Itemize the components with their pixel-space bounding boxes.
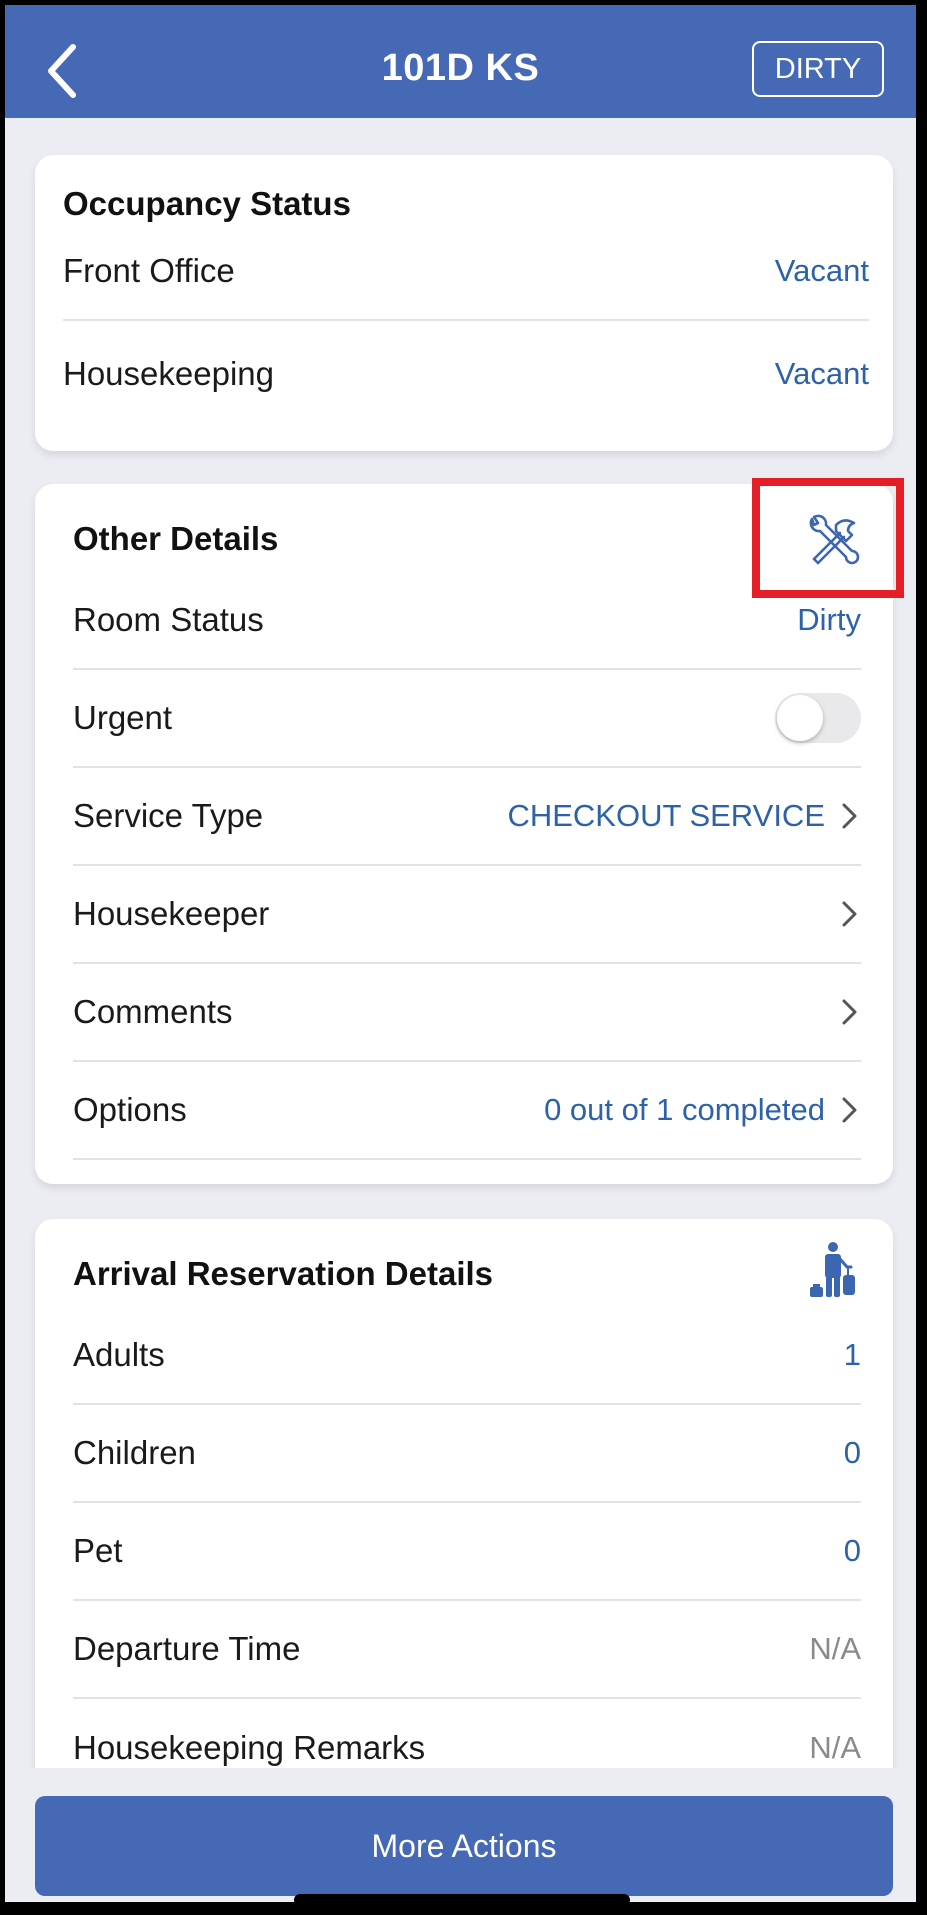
options-value: 0 out of 1 completed bbox=[544, 1092, 825, 1127]
urgent-row: Urgent bbox=[73, 670, 861, 768]
options-label: Options bbox=[73, 1091, 187, 1128]
housekeeping-row: Housekeeping Vacant bbox=[63, 325, 869, 423]
adults-row: Adults 1 bbox=[73, 1307, 861, 1405]
bottom-action-bar: More Actions bbox=[5, 1768, 916, 1902]
occupancy-status-title: Occupancy Status bbox=[63, 185, 351, 222]
room-status-button[interactable]: DIRTY bbox=[752, 41, 884, 97]
traveler-luggage-icon bbox=[810, 1242, 855, 1297]
housekeeper-row[interactable]: Housekeeper bbox=[73, 866, 861, 964]
phone-screen: 101D KS DIRTY Occupancy Status Front Off… bbox=[5, 5, 916, 1902]
occupancy-status-card: Occupancy Status Front Office Vacant Hou… bbox=[35, 155, 893, 451]
urgent-label: Urgent bbox=[73, 699, 173, 736]
other-details-title: Other Details bbox=[73, 520, 279, 557]
highlight-box bbox=[752, 478, 904, 598]
scroll-content[interactable]: Occupancy Status Front Office Vacant Hou… bbox=[5, 118, 916, 1768]
pet-label: Pet bbox=[73, 1532, 123, 1569]
options-row[interactable]: Options 0 out of 1 completed bbox=[73, 1062, 861, 1160]
housekeeping-remarks-row: Housekeeping Remarks N/A bbox=[73, 1699, 861, 1768]
navigation-bar: 101D KS DIRTY bbox=[5, 5, 916, 118]
adults-label: Adults bbox=[73, 1336, 165, 1373]
children-value: 0 bbox=[843, 1435, 861, 1470]
children-row: Children 0 bbox=[73, 1405, 861, 1503]
housekeeping-label: Housekeeping bbox=[63, 355, 274, 392]
housekeeper-label: Housekeeper bbox=[73, 895, 270, 932]
service-type-label: Service Type bbox=[73, 797, 264, 834]
comments-row[interactable]: Comments bbox=[73, 964, 861, 1062]
pet-value: 0 bbox=[843, 1533, 861, 1568]
service-type-value: CHECKOUT SERVICE bbox=[507, 798, 825, 833]
room-status-row: Room Status Dirty bbox=[73, 572, 861, 670]
home-indicator bbox=[294, 1894, 630, 1906]
front-office-row: Front Office Vacant bbox=[63, 223, 869, 321]
comments-label: Comments bbox=[73, 993, 233, 1030]
urgent-toggle[interactable] bbox=[775, 693, 861, 743]
departure-time-value: N/A bbox=[809, 1631, 861, 1666]
arrival-reservation-card: Arrival Reservation Details Adults 1 Chi… bbox=[35, 1219, 893, 1768]
chevron-right-icon bbox=[842, 901, 857, 927]
room-status-label: Room Status bbox=[73, 601, 264, 638]
chevron-right-icon bbox=[842, 803, 857, 829]
housekeeping-remarks-value: N/A bbox=[809, 1730, 861, 1765]
children-label: Children bbox=[73, 1434, 196, 1471]
arrival-reservation-title: Arrival Reservation Details bbox=[73, 1255, 494, 1292]
more-actions-button[interactable]: More Actions bbox=[35, 1796, 893, 1896]
service-type-row[interactable]: Service Type CHECKOUT SERVICE bbox=[73, 768, 861, 866]
front-office-value: Vacant bbox=[774, 253, 869, 288]
room-status-value: Dirty bbox=[797, 602, 861, 637]
departure-time-row: Departure Time N/A bbox=[73, 1601, 861, 1699]
chevron-right-icon bbox=[842, 999, 857, 1025]
housekeeping-value: Vacant bbox=[774, 356, 869, 391]
chevron-right-icon bbox=[842, 1097, 857, 1123]
housekeeping-remarks-label: Housekeeping Remarks bbox=[73, 1729, 426, 1766]
departure-time-label: Departure Time bbox=[73, 1630, 301, 1667]
front-office-label: Front Office bbox=[63, 252, 235, 289]
adults-value: 1 bbox=[843, 1337, 861, 1372]
toggle-knob bbox=[777, 695, 823, 741]
pet-row: Pet 0 bbox=[73, 1503, 861, 1601]
